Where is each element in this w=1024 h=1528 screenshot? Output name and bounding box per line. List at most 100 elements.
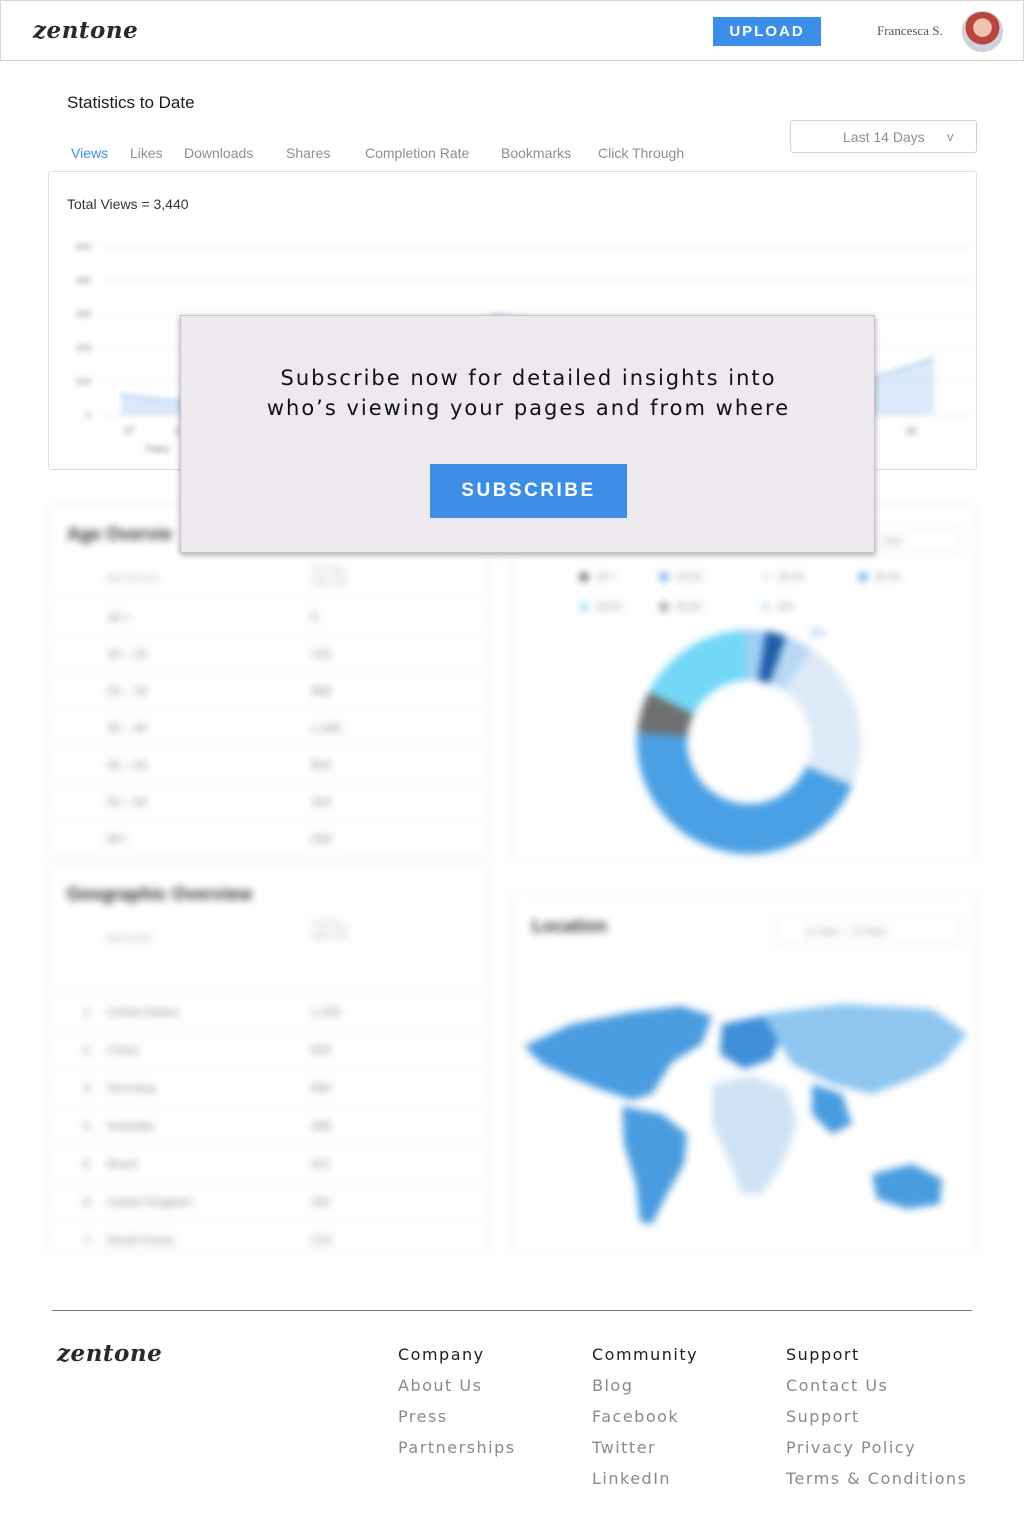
footer-heading-support: Support [786,1345,860,1364]
footer-link-privacy-policy[interactable]: Privacy Policy [786,1438,986,1469]
tab-shares[interactable]: Shares [286,145,330,161]
table-row[interactable]: 18 – 24 103 [49,634,488,671]
table-row[interactable]: 5. Brazil 421 [49,1144,488,1182]
footer-column-community: Community Blog Facebook Twitter LinkedIn [592,1345,782,1500]
row-label: 25 – 34 [107,684,148,698]
age-donut-chart: 3% [637,628,861,855]
footer-link-twitter[interactable]: Twitter [592,1438,782,1469]
subscribe-message-line-1: Subscribe now for detailed insights into [280,366,777,390]
x-month-label: Febru [146,444,170,454]
row-label: United States [107,1005,180,1019]
y-tick-label: 500 [76,242,91,252]
tab-completion-rate[interactable]: Completion Rate [365,145,469,161]
geo-col-total[interactable]: TOTAL VALUE [311,920,371,942]
footer-link-facebook[interactable]: Facebook [592,1407,782,1438]
table-row[interactable]: 55 – 64 344 [49,782,488,819]
subscribe-message: Subscribe now for detailed insights into… [181,363,876,423]
row-value: 344 [311,795,332,809]
row-label: 18 – 24 [107,647,148,661]
date-range-select[interactable]: Last 14 Days v [790,120,977,153]
row-value: 8 [311,610,318,624]
brand-logo[interactable]: zentone [33,17,138,44]
row-label: 35 – 44 [107,721,148,735]
table-row[interactable]: 2. China 830 [49,1030,488,1068]
row-value: 103 [311,647,332,661]
table-row[interactable]: 65+ 208 [49,819,488,856]
footer-link-partnerships[interactable]: Partnerships [398,1438,588,1469]
chevron-down-icon: v [947,129,954,144]
table-row[interactable]: 6. United Kingdom 291 [49,1182,488,1220]
row-label: Brazil [107,1157,138,1171]
row-label: 55 – 64 [107,795,148,809]
row-label: Australia [107,1119,154,1133]
row-rank: 2. [83,1043,94,1057]
geographic-overview-title: Geographic Overview [67,884,253,904]
row-rank: 4. [83,1119,94,1133]
table-row[interactable]: 18 < 8 [49,597,488,634]
row-rank: 1. [83,1005,94,1019]
tab-bookmarks[interactable]: Bookmarks [501,145,571,161]
footer-link-linkedin[interactable]: LinkedIn [592,1469,782,1500]
footer-divider [52,1310,972,1311]
row-label: China [107,1043,139,1057]
footer-link-contact-us[interactable]: Contact Us [786,1376,986,1407]
row-value: 688 [311,684,332,698]
table-row[interactable]: 7. South Korea 123 [49,1220,488,1258]
tab-likes[interactable]: Likes [130,145,163,161]
row-value: 1,203 [311,1005,342,1019]
page-title: Statistics to Date [67,93,195,112]
metric-tabs: Views Likes Downloads Shares Completion … [0,145,760,165]
tab-views[interactable]: Views [71,145,108,161]
upload-button[interactable]: UPLOAD [713,17,821,46]
row-rank: 3. [83,1081,94,1095]
user-name[interactable]: Francesca S. [877,23,943,39]
footer-link-blog[interactable]: Blog [592,1376,782,1407]
footer-link-terms-conditions[interactable]: Terms & Conditions [786,1469,986,1500]
table-row[interactable]: 35 – 44 1,445 [49,708,488,745]
user-avatar[interactable] [962,11,1003,52]
top-header: zentone UPLOAD Francesca S. [0,0,1024,61]
x-tick-label: 27 [123,426,135,437]
age-overview-title: Age Overvie [67,524,173,544]
footer-logo[interactable]: zentone [57,1340,162,1367]
row-value: 854 [311,758,332,772]
age-col-metrics[interactable]: METRICS [107,574,159,585]
location-panel: Location 11 Nov – 10 Dec [511,893,977,1253]
row-label: Germany [107,1081,157,1095]
geographic-overview-panel: Geographic Overview REGION TOTAL VALUE 1… [48,863,489,1253]
row-value: 421 [311,1157,332,1171]
date-range-label: Last 14 Days [843,129,925,145]
age-col-total[interactable]: TOTAL VALUE [311,566,371,588]
world-map [524,1004,967,1224]
table-row[interactable]: 4. Australia 489 [49,1106,488,1144]
footer-column-support: Support Contact Us Support Privacy Polic… [786,1345,986,1500]
row-label: South Korea [107,1233,174,1247]
table-row[interactable]: 45 – 54 854 [49,745,488,782]
row-rank: 7. [83,1233,94,1247]
footer-column-company: Company About Us Press Partnerships [398,1345,588,1469]
tab-downloads[interactable]: Downloads [184,145,253,161]
geo-col-region[interactable]: REGION [107,934,152,945]
donut-slice-label: 3% [810,628,825,639]
subscribe-modal: Subscribe now for detailed insights into… [180,315,875,553]
tab-click-through[interactable]: Click Through [598,145,684,161]
table-row[interactable]: 25 – 34 688 [49,671,488,708]
table-row[interactable]: 3. Germany 560 [49,1068,488,1106]
y-tick-label: 300 [76,309,91,319]
row-value: 123 [311,1233,332,1247]
footer-link-about-us[interactable]: About Us [398,1376,588,1407]
y-tick-label: 200 [76,343,91,353]
footer-link-support[interactable]: Support [786,1407,986,1438]
footer-link-press[interactable]: Press [398,1407,588,1438]
y-tick-label: 100 [76,376,91,386]
table-row[interactable]: 1. United States 1,203 [49,992,488,1030]
row-rank: 6. [83,1195,94,1209]
row-value: 291 [311,1195,332,1209]
row-value: 489 [311,1119,332,1133]
total-views: Total Views = 3,440 [67,196,189,212]
subscribe-button[interactable]: SUBSCRIBE [430,464,627,518]
age-donut-panel: Dec 18 <18-24 25-34 35-44 45-54 55-64 65+ 3% [511,503,977,861]
row-value: 560 [311,1081,332,1095]
row-label: 65+ [107,832,128,846]
row-label: 18 < [107,610,131,624]
